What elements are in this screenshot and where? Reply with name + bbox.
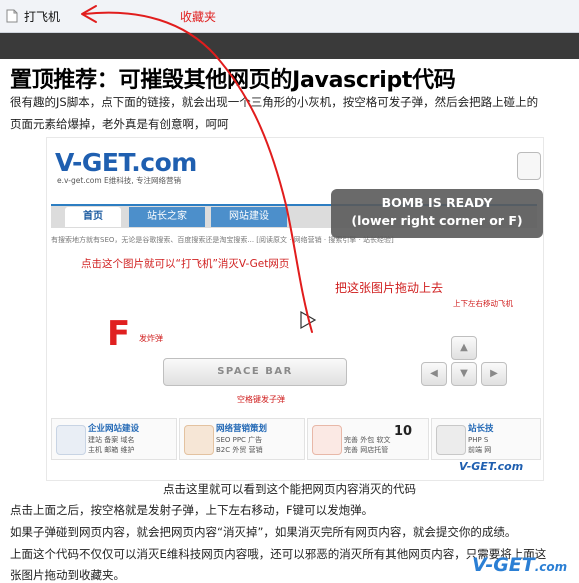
footer-logo: V-GET.com	[459, 460, 524, 473]
service-line-1: 完善 外包 软文	[344, 436, 391, 444]
tools-icon	[436, 425, 466, 455]
service-line-2: B2C 外贸 营销	[216, 446, 263, 454]
mail-icon	[312, 425, 342, 455]
tab-webmaster: 站长之家	[129, 207, 205, 227]
space-bar-key: SPACE BAR	[163, 358, 347, 386]
fire-bomb-tip: 发炸弹	[139, 334, 163, 343]
watermark-main: V-GET	[472, 554, 535, 576]
watermark-suffix: .com	[534, 560, 568, 574]
service-line-2: 主机 邮箱 维护	[88, 446, 135, 454]
search-icon	[517, 152, 541, 180]
service-line-1: SEO PPC 广告	[216, 436, 263, 444]
bomb-ready-overlay: BOMB IS READY (lower right corner or F)	[331, 189, 543, 238]
service-line-1: PHP S	[468, 436, 489, 444]
f-key-label: F	[107, 314, 131, 354]
globe-icon	[184, 425, 214, 455]
bookmark-label: 打飞机	[24, 9, 61, 24]
bomb-line-1: BOMB IS READY	[381, 195, 493, 210]
arrow-down-icon: ▼	[451, 362, 477, 386]
intro-line-1: 很有趣的JS脚本，点下面的链接，就会出现一个三角形的小灰机，按空格可发子弹，然后…	[10, 95, 539, 109]
space-bar-tip: 空格键发子弹	[237, 395, 285, 404]
article-title: 置顶推荐：可摧毁其他网页的Javascript代码	[10, 68, 456, 93]
paragraph-1: 点击上面之后，按空格就是发射子弹，上下左右移动，F键可以发炮弹。	[10, 503, 374, 517]
website-icon	[56, 425, 86, 455]
page-icon	[6, 9, 18, 23]
bookmark-item[interactable]: 打飞机	[6, 6, 60, 26]
paragraph-2: 如果子弹碰到网页内容，就会把网页内容“消灭掉”，如果消灭完所有网页内容，就会提交…	[10, 525, 517, 539]
paragraph-3: 上面这个代码不仅仅可以消灭E维科技网页内容哦，还可以邪恶的消灭所有其他网页内容，…	[10, 547, 547, 561]
bomb-line-2: (lower right corner or F)	[351, 213, 523, 228]
score-counter: 10	[394, 424, 413, 439]
arrow-up-icon: ▲	[451, 336, 477, 360]
bookmark-bar: 打飞机 收藏夹	[0, 0, 579, 33]
favorites-annotation: 收藏夹	[180, 10, 217, 24]
image-caption-link[interactable]: 点击这里就可以看到这个能把网页内容消灭的代码	[0, 481, 579, 497]
service-line-2: 完善 网店托管	[344, 446, 389, 454]
service-line-1: 建站 备案 域名	[88, 436, 135, 444]
arrow-right-icon: ▶	[481, 362, 507, 386]
move-tip: 上下左右移动飞机	[453, 299, 513, 308]
watermark: V-GET.com	[472, 554, 567, 576]
service-line-2: 前端 网	[468, 446, 492, 454]
tab-home: 首页	[65, 207, 121, 227]
service-card: 站长技 PHP S 前端 网	[431, 418, 541, 460]
tab-web-build: 网站建设	[211, 207, 287, 227]
logo-subtitle: e.v-get.com E维科技, 专注网络营销	[57, 176, 182, 185]
arrow-left-icon: ◀	[421, 362, 447, 386]
service-card: 企业网站建设 建站 备案 域名 主机 邮箱 维护	[51, 418, 177, 460]
dark-header-band	[0, 33, 579, 59]
drag-tip: 把这张图片拖动上去	[335, 281, 444, 295]
service-title: 站长技	[468, 424, 494, 434]
game-banner-image[interactable]: V-GET.com e.v-get.com E维科技, 专注网络营销 首页 站长…	[46, 137, 544, 481]
plane-icon	[300, 310, 317, 330]
services-row: 企业网站建设 建站 备案 域名 主机 邮箱 维护 网络营销策划 SEO PPC …	[51, 418, 541, 460]
intro-line-2: 页面元素给爆掉，老外真是有创意啊，呵呵	[10, 117, 229, 131]
click-tip: 点击这个图片就可以“打飞机”消灭V-Get网页	[81, 258, 290, 270]
vget-logo: V-GET.com	[55, 148, 197, 177]
service-title: 企业网站建设	[88, 424, 140, 434]
service-title: 网络营销策划	[216, 424, 268, 434]
service-card: 网络营销策划 SEO PPC 广告 B2C 外贸 营销	[179, 418, 305, 460]
